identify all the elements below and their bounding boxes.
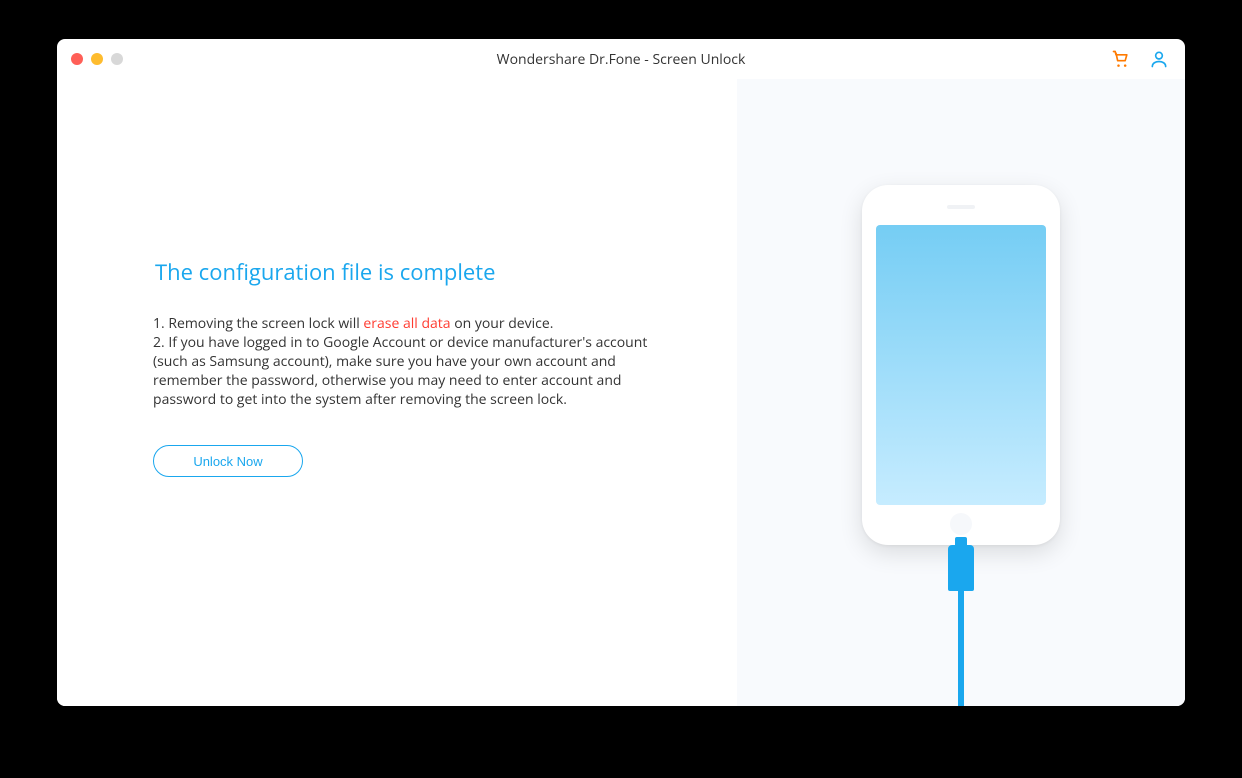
close-window-button[interactable] (71, 53, 83, 65)
left-pane: The configuration file is complete 1. Re… (57, 79, 737, 706)
window-title: Wondershare Dr.Fone - Screen Unlock (57, 50, 1185, 69)
note1-suffix: on your device. (451, 314, 554, 333)
app-window: Wondershare Dr.Fone - Screen Unlock The … (57, 39, 1185, 706)
minimize-window-button[interactable] (91, 53, 103, 65)
cart-icon[interactable] (1111, 49, 1131, 69)
titlebar-actions (1111, 39, 1169, 79)
titlebar: Wondershare Dr.Fone - Screen Unlock (57, 39, 1185, 79)
note-item-2: 2. If you have logged in to Google Accou… (153, 334, 673, 410)
note-item-1: 1. Removing the screen lock will erase a… (153, 315, 673, 334)
phone-screen-icon (876, 225, 1046, 505)
phone-home-icon (950, 513, 972, 535)
content-area: The configuration file is complete 1. Re… (57, 79, 1185, 706)
cable-wire-icon (958, 589, 964, 706)
maximize-window-button[interactable] (111, 53, 123, 65)
note1-prefix: 1. Removing the screen lock will (153, 314, 363, 333)
unlock-now-button[interactable]: Unlock Now (153, 445, 303, 477)
phone-speaker-icon (947, 205, 975, 209)
note1-emphasis: erase all data (363, 314, 450, 333)
window-controls (71, 53, 123, 65)
cable-plug-icon (948, 545, 974, 591)
page-heading: The configuration file is complete (155, 257, 701, 287)
notes-block: 1. Removing the screen lock will erase a… (153, 315, 673, 409)
right-pane (737, 79, 1185, 706)
phone-illustration (862, 185, 1060, 545)
user-icon[interactable] (1149, 49, 1169, 69)
